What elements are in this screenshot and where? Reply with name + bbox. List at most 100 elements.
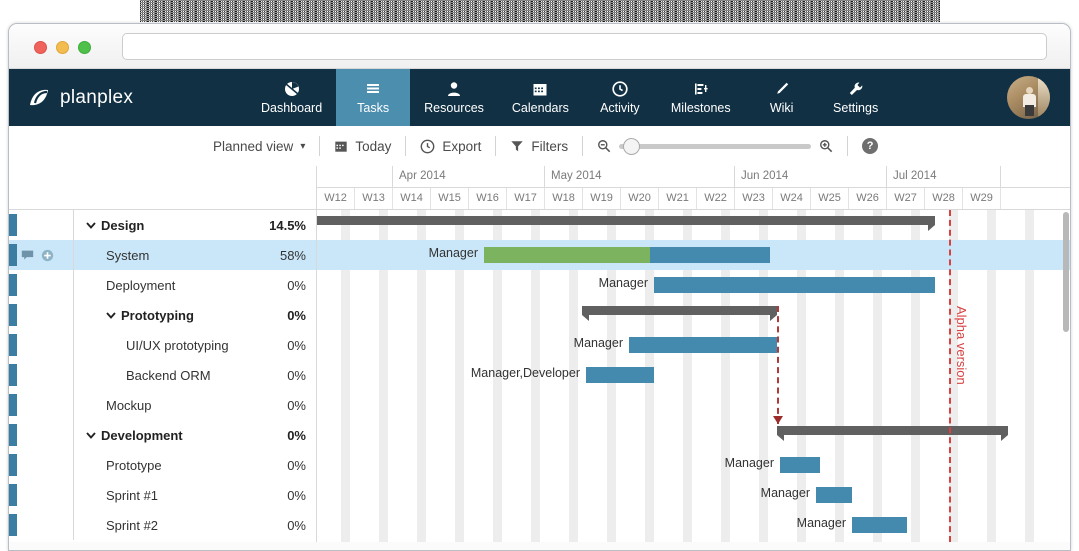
task-row[interactable]: Sprint #1 0% [9, 480, 316, 510]
nav-label: Calendars [511, 100, 569, 115]
today-button[interactable]: Today [320, 139, 405, 154]
gantt-task-bar[interactable] [780, 457, 820, 473]
task-name[interactable]: Prototype [74, 458, 260, 473]
filters-button[interactable]: Filters [496, 139, 582, 154]
chevron-down-icon[interactable] [106, 310, 116, 323]
nav-item-settings[interactable]: Settings [819, 69, 893, 126]
milestone-label: Alpha version [954, 306, 969, 385]
nav-item-activity[interactable]: Activity [583, 69, 657, 126]
gantt-row[interactable]: Manager [317, 480, 1070, 510]
gantt-row[interactable]: Manager [317, 240, 1070, 270]
brand-logo[interactable]: planplex [9, 69, 247, 126]
planned-view-dropdown[interactable]: Planned view ▾ [199, 139, 319, 154]
task-name[interactable]: Mockup [74, 398, 260, 413]
task-rail [9, 334, 17, 356]
gantt-task-bar[interactable] [586, 367, 654, 383]
task-name[interactable]: Sprint #1 [74, 488, 260, 503]
task-progress-percent: 0% [287, 397, 306, 413]
gantt-row[interactable]: Manager [317, 270, 1070, 300]
task-row[interactable]: UI/UX prototyping 0% [9, 330, 316, 360]
task-name[interactable]: Sprint #2 [74, 518, 260, 533]
help-button[interactable]: ? [862, 138, 879, 154]
timeline-week-cell: W14 [393, 188, 431, 209]
timeline-week-cell: W12 [317, 188, 355, 209]
task-rail [9, 394, 17, 416]
task-row[interactable]: Design 14.5% [9, 210, 316, 240]
gantt-task-bar[interactable] [654, 277, 935, 293]
export-button[interactable]: Export [406, 139, 495, 154]
gantt-task-bar[interactable] [484, 247, 770, 263]
vertical-scrollbar[interactable] [1063, 212, 1069, 332]
milestone-marker-line [949, 210, 951, 542]
gantt-row[interactable]: Manager [317, 450, 1070, 480]
task-row[interactable]: Development 0% [9, 420, 316, 450]
gantt-row[interactable] [317, 420, 1070, 450]
task-row[interactable]: Backend ORM 0% [9, 360, 316, 390]
app-navbar: planplex Dashboard Tasks Resources Calen… [9, 69, 1070, 126]
comment-icon[interactable] [21, 249, 34, 262]
list-lines-icon [365, 81, 381, 98]
task-row[interactable]: Deployment 0% [9, 270, 316, 300]
task-name[interactable]: UI/UX prototyping [74, 338, 260, 353]
zoom-slider-handle[interactable] [623, 137, 641, 155]
chevron-down-icon[interactable] [86, 220, 96, 233]
zoom-slider-group[interactable] [583, 137, 847, 155]
task-row[interactable]: Prototyping 0% [9, 300, 316, 330]
timeline-week-cell: W29 [963, 188, 1001, 209]
window-minimize-button[interactable] [56, 41, 69, 54]
task-name[interactable]: Development [74, 428, 260, 443]
window-close-button[interactable] [34, 41, 47, 54]
zoom-in-icon[interactable] [819, 139, 833, 153]
task-name[interactable]: Design [74, 218, 260, 233]
nav-item-dashboard[interactable]: Dashboard [247, 69, 336, 126]
task-name[interactable]: Prototyping [74, 308, 260, 323]
today-label: Today [355, 138, 392, 154]
gantt-task-bar[interactable] [816, 487, 852, 503]
gantt-summary-bar[interactable] [777, 426, 1008, 441]
task-name[interactable]: Deployment [74, 278, 260, 293]
task-progress-percent: 0% [287, 427, 306, 443]
gantt-summary-bar[interactable] [582, 306, 777, 321]
task-rail [9, 514, 17, 536]
nav-item-calendars[interactable]: Calendars [498, 69, 583, 126]
task-progress-percent: 14.5% [269, 217, 306, 233]
zoom-out-icon[interactable] [597, 139, 611, 153]
task-row[interactable]: Prototype 0% [9, 450, 316, 480]
task-row[interactable]: System 58% [9, 240, 316, 270]
timeline-week-cell: W18 [545, 188, 583, 209]
nav-item-tasks[interactable]: Tasks [336, 69, 411, 126]
gantt-row[interactable] [317, 390, 1070, 420]
gantt-row[interactable] [317, 210, 1070, 240]
task-name-label: System [106, 247, 150, 263]
gantt-task-bar[interactable] [629, 337, 777, 353]
timeline-week-cell: W20 [621, 188, 659, 209]
add-circle-icon[interactable] [41, 249, 54, 262]
nav-label: Milestones [670, 100, 731, 115]
gantt-bar-assignee-label: Manager,Developer [470, 366, 580, 380]
gantt-summary-bar[interactable] [317, 216, 935, 231]
pie-chart-icon [284, 81, 300, 98]
nav-item-milestones[interactable]: Milestones [657, 69, 745, 126]
zoom-slider-track[interactable] [619, 137, 812, 155]
timeline-week-cell: W17 [507, 188, 545, 209]
user-avatar[interactable] [1007, 76, 1050, 119]
task-progress-percent: 0% [287, 517, 306, 533]
timeline-header: Apr 2014 May 2014 Jun 2014 Jul 2014 W12 W13 W… [317, 166, 1070, 210]
url-input[interactable] [122, 33, 1047, 60]
task-rail [9, 454, 17, 476]
export-label: Export [442, 138, 482, 154]
nav-item-wiki[interactable]: Wiki [745, 69, 819, 126]
task-progress-percent: 0% [287, 277, 306, 293]
nav-item-resources[interactable]: Resources [410, 69, 498, 126]
task-name[interactable]: System [74, 248, 260, 263]
timeline-week-cell: W15 [431, 188, 469, 209]
gantt-task-bar[interactable] [852, 517, 907, 533]
task-row[interactable]: Sprint #2 0% [9, 510, 316, 540]
gantt-row[interactable]: Manager [317, 510, 1070, 540]
chevron-down-icon[interactable] [86, 430, 96, 443]
window-zoom-button[interactable] [78, 41, 91, 54]
task-row[interactable]: Mockup 0% [9, 390, 316, 420]
gantt-toolbar: Planned view ▾ Today Export Filters ? [9, 126, 1070, 166]
task-rail [9, 274, 17, 296]
task-name[interactable]: Backend ORM [74, 368, 260, 383]
